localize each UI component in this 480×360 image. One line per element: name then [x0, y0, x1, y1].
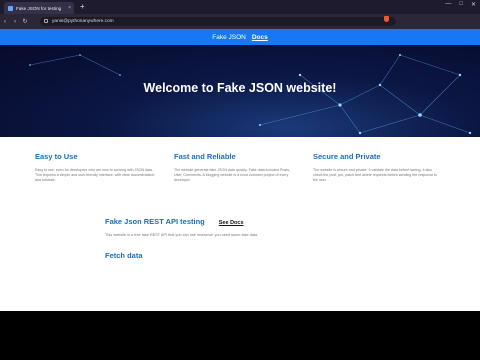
close-window-icon[interactable]: ✕ — [471, 1, 476, 8]
browser-tab[interactable]: Fake JSON for testing × — [4, 2, 74, 14]
hero-banner: Welcome to Fake JSON website! — [0, 45, 480, 137]
new-tab-button[interactable]: + — [80, 2, 85, 12]
api-title: Fake Json REST API testing — [105, 217, 205, 226]
lock-icon — [44, 19, 48, 23]
feature-title: Fast and Reliable — [174, 152, 236, 161]
feature-secure-private: Secure and Private The website is secure… — [313, 152, 438, 183]
api-description: This website is a free fake REST API tha… — [105, 233, 259, 237]
page-viewport: Welcome to Fake JSON website! Easy to Us… — [0, 45, 480, 311]
minimize-icon[interactable]: — — [445, 1, 451, 8]
api-section-header: Fake Json REST API testing See Docs — [105, 217, 244, 226]
docs-link[interactable]: Docs — [252, 34, 268, 41]
address-bar[interactable]: yanis@pythonanywhere.com — [40, 17, 396, 26]
see-docs-link[interactable]: See Docs — [219, 220, 244, 226]
brand-link[interactable]: Fake JSON — [212, 34, 246, 41]
back-icon[interactable]: ‹ — [0, 19, 10, 25]
site-navbar: Fake JSON Docs — [0, 29, 480, 45]
feature-fast-reliable: Fast and Reliable The website generate f… — [174, 152, 299, 183]
browser-tab-bar: Fake JSON for testing × + — □ ✕ — [0, 0, 480, 14]
feature-title: Secure and Private — [313, 152, 381, 161]
brave-shield-icon[interactable] — [384, 16, 389, 22]
hero-title: Welcome to Fake JSON website! — [143, 81, 337, 95]
maximize-icon[interactable]: □ — [459, 1, 463, 8]
feature-text: The website is secure and private. It va… — [313, 168, 438, 182]
tab-title: Fake JSON for testing — [16, 5, 62, 11]
feature-title: Easy to Use — [35, 152, 78, 161]
browser-toolbar: ‹ › ↻ yanis@pythonanywhere.com ⚙ ≡ — [0, 14, 480, 37]
url-text: yanis@pythonanywhere.com — [52, 19, 114, 24]
window-controls: — □ ✕ — [445, 1, 476, 8]
feature-text: Easy to use, even for developers who are… — [35, 168, 155, 182]
favicon-icon — [8, 5, 13, 11]
tab-close-icon[interactable]: × — [68, 5, 71, 11]
fetch-data-title: Fetch data — [105, 251, 143, 260]
reload-icon[interactable]: ↻ — [20, 18, 30, 25]
feature-text: The website generate fake JSON data quic… — [174, 168, 290, 182]
forward-icon[interactable]: › — [10, 19, 20, 25]
feature-easy-to-use: Easy to Use Easy to use, even for develo… — [35, 152, 160, 183]
